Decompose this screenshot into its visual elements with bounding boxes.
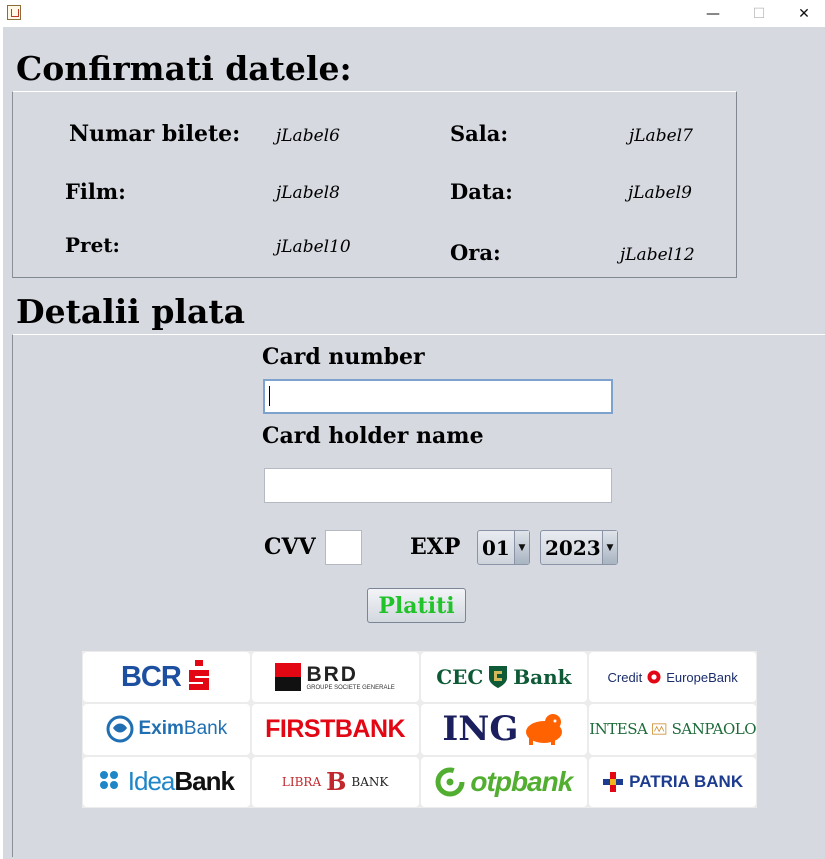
patria-cross-icon xyxy=(603,771,624,792)
maximize-button[interactable]: ☐ xyxy=(736,0,782,27)
idea-dots-icon xyxy=(99,770,118,789)
pay-button[interactable]: Platiti xyxy=(367,588,466,623)
pret-value: jLabel10 xyxy=(276,237,351,257)
card-holder-label: Card holder name xyxy=(262,423,484,449)
film-label: Film: xyxy=(65,179,126,204)
bank-logos-grid: BCR BRD GROUPE SOCIETE GENERALE CEC Bank xyxy=(82,651,757,808)
cvv-input[interactable] xyxy=(325,530,362,565)
close-button[interactable]: ✕ xyxy=(781,0,825,27)
sala-value: jLabel7 xyxy=(629,126,693,146)
chevron-down-icon[interactable]: ▼ xyxy=(514,531,529,564)
exp-month-value: 01 xyxy=(482,536,510,560)
otp-bank-logo: otpbank xyxy=(420,756,588,807)
payment-title: Detalii plata xyxy=(16,292,245,331)
libra-bank-logo: LIBRA B BANK xyxy=(251,756,419,807)
card-holder-input[interactable] xyxy=(264,468,612,503)
data-value: jLabel9 xyxy=(628,183,692,203)
brd-square-icon xyxy=(275,663,302,692)
credit-europe-bank-logo: Credit EuropeBank xyxy=(589,652,756,703)
cec-bank-logo: CEC Bank xyxy=(420,652,588,703)
otp-circle-icon xyxy=(435,767,465,797)
exp-year-value: 2023 xyxy=(545,536,601,560)
sala-label: Sala: xyxy=(450,121,509,146)
patria-bank-logo: PATRIA BANK xyxy=(589,756,756,807)
text-caret xyxy=(269,386,270,406)
exp-year-select[interactable]: 2023 ▼ xyxy=(540,530,618,565)
ing-lion-icon xyxy=(526,714,563,746)
ora-value: jLabel12 xyxy=(620,245,695,265)
exim-circle-icon xyxy=(106,715,133,743)
window-content: Confirmati datele: Numar bilete: jLabel6… xyxy=(3,27,825,859)
pret-label: Pret: xyxy=(65,233,120,257)
exp-label: EXP xyxy=(410,534,461,560)
cvv-label: CVV xyxy=(264,534,316,560)
window-titlebar: — ☐ ✕ xyxy=(0,0,825,27)
exp-month-select[interactable]: 01 ▼ xyxy=(477,530,530,565)
minimize-button[interactable]: — xyxy=(690,0,736,27)
intesa-emblem-icon xyxy=(652,723,667,736)
ing-logo: ING xyxy=(420,704,588,755)
exim-bank-logo: EximBank xyxy=(83,704,250,755)
credit-europe-circle-icon xyxy=(647,670,661,684)
card-number-input[interactable] xyxy=(263,379,613,414)
brd-logo: BRD GROUPE SOCIETE GENERALE xyxy=(251,652,419,703)
confirm-title: Confirmati datele: xyxy=(16,49,352,88)
idea-bank-logo: IdeaBank xyxy=(83,756,250,807)
film-value: jLabel8 xyxy=(276,183,340,203)
bcr-symbol-icon xyxy=(188,660,209,691)
intesa-sanpaolo-logo: INTESA SANPAOLO xyxy=(589,704,756,755)
numar-bilete-label: Numar bilete: xyxy=(69,121,241,147)
confirm-details-panel: Numar bilete: jLabel6 Sala: jLabel7 Film… xyxy=(12,91,737,278)
bcr-logo: BCR xyxy=(83,652,250,703)
first-bank-logo: FIRSTBANK xyxy=(251,704,419,755)
cec-shield-icon xyxy=(489,666,508,689)
data-label: Data: xyxy=(450,179,513,204)
chevron-down-icon[interactable]: ▼ xyxy=(602,531,617,564)
numar-bilete-value: jLabel6 xyxy=(276,126,340,146)
java-app-icon xyxy=(7,5,21,20)
ora-label: Ora: xyxy=(450,240,501,265)
card-number-label: Card number xyxy=(262,344,425,370)
